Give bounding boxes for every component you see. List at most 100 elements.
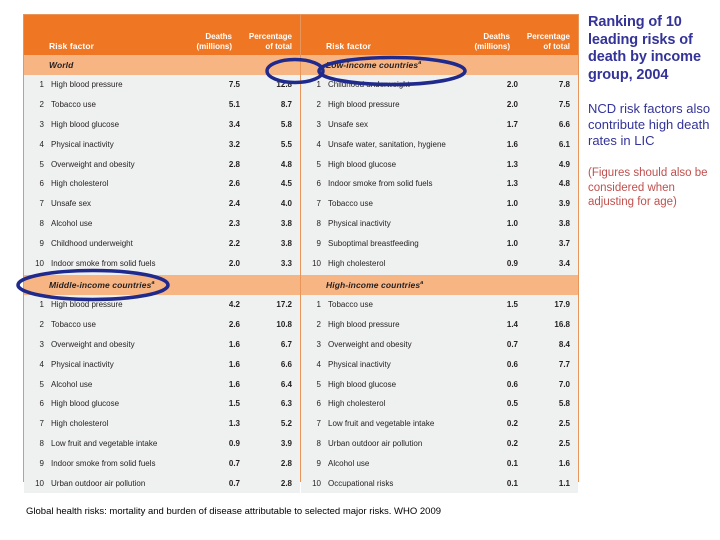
cell-rank: 6 [316,399,321,409]
cell-deaths-millions: 2.4 [228,199,240,209]
cell-deaths-millions: 1.7 [506,119,518,129]
section-header-middle-income: Middle-income countriesa [24,274,300,295]
cell-percentage-of-total: 1.1 [558,478,570,488]
header-percentage-line2: of total [265,41,292,51]
table-row: 4 Physical inactivity 0.6 7.7 [301,354,578,375]
cell-rank: 3 [39,119,44,129]
cell-percentage-of-total: 5.2 [280,419,292,429]
cell-percentage-of-total: 12.8 [276,80,292,90]
table-row: 3 Unsafe sex 1.7 6.6 [301,114,578,135]
cell-percentage-of-total: 4.0 [280,199,292,209]
cell-percentage-of-total: 16.8 [554,320,570,330]
cell-percentage-of-total: 17.9 [554,300,570,310]
cell-percentage-of-total: 5.8 [280,119,292,129]
table-row: 5 High blood glucose 0.6 7.0 [301,374,578,394]
cell-risk-factor: High blood pressure [328,320,400,330]
cell-rank: 10 [35,258,44,268]
cell-deaths-millions: 2.0 [228,258,240,268]
cell-deaths-millions: 1.6 [228,339,240,349]
cell-risk-factor: Unsafe sex [51,199,92,209]
table-row: 6 High blood glucose 1.5 6.3 [24,393,300,414]
section-title-world: World [49,60,74,70]
table-row: 2 Tobacco use 5.1 8.7 [24,94,300,115]
cell-rank: 4 [39,359,44,369]
cell-deaths-millions: 2.6 [228,179,240,189]
cell-risk-factor: Physical inactivity [328,218,391,228]
cell-rank: 8 [39,438,44,448]
table-row: 1 High blood pressure 4.2 17.2 [24,294,300,315]
cell-risk-factor: Occupational risks [328,478,394,488]
cell-deaths-millions: 0.2 [506,438,518,448]
cell-risk-factor: Indoor smoke from solid fuels [328,179,433,189]
section-title-high-income: High-income countriesa [326,279,424,290]
cell-deaths-millions: 1.4 [506,320,518,330]
cell-risk-factor: High cholesterol [51,419,109,429]
table-row: 8 Urban outdoor air pollution 0.2 2.5 [301,433,578,454]
cell-rank: 4 [316,139,321,149]
cell-rank: 7 [39,419,44,429]
cell-rank: 8 [316,218,321,228]
header-deaths-2-line1: Deaths [483,32,510,41]
table-row: 6 Indoor smoke from solid fuels 1.3 4.8 [301,173,578,194]
cell-rank: 2 [39,100,44,110]
cell-rank: 8 [316,438,321,448]
header-risk-factor-2: Risk factor [326,41,372,51]
cell-percentage-of-total: 1.6 [558,458,570,468]
cell-risk-factor: Low fruit and vegetable intake [328,419,435,429]
cell-rank: 2 [39,320,44,330]
cell-deaths-millions: 4.2 [228,300,240,310]
cell-rank: 5 [316,379,321,389]
cell-risk-factor: Childhood underweight [328,80,410,90]
cell-risk-factor: Alcohol use [328,458,370,468]
table-row: 9 Indoor smoke from solid fuels 0.7 2.8 [24,453,300,474]
cell-rank: 3 [316,339,321,349]
cell-rank: 9 [316,458,321,468]
cell-risk-factor: Physical inactivity [51,359,114,369]
table-row: 2 High blood pressure 2.0 7.5 [301,94,578,115]
side-panel-body: NCD risk factors also contribute high de… [588,101,711,148]
header-deaths-line2: (millions) [196,41,232,51]
cell-risk-factor: Alcohol use [51,379,93,389]
cell-deaths-millions: 1.6 [228,379,240,389]
cell-percentage-of-total: 6.4 [280,379,292,389]
table-row: 5 High blood glucose 1.3 4.9 [301,154,578,174]
cell-deaths-millions: 2.0 [506,80,518,90]
cell-risk-factor: Urban outdoor air pollution [51,478,146,488]
table-row: 3 Overweight and obesity 0.7 8.4 [301,334,578,355]
cell-percentage-of-total: 6.6 [280,359,292,369]
table-row: 5 Overweight and obesity 2.8 4.8 [24,154,300,174]
header-percentage: Percentage of total [236,32,300,51]
cell-risk-factor: High cholesterol [328,399,386,409]
section-header-high-income: High-income countriesa [301,274,578,295]
cell-risk-factor: High cholesterol [51,179,109,189]
cell-rank: 5 [39,159,44,169]
cell-percentage-of-total: 2.5 [558,438,570,448]
cell-rank: 1 [39,300,44,310]
cell-risk-factor: High blood pressure [51,300,123,310]
cell-rank: 1 [316,300,321,310]
cell-risk-factor: Unsafe water, sanitation, hygiene [328,139,446,149]
table-row: 4 Physical inactivity 3.2 5.5 [24,134,300,155]
cell-risk-factor: High cholesterol [328,258,386,268]
cell-rank: 6 [39,179,44,189]
section-title-low-income: Low-income countriesa [326,60,422,70]
table-row: 10 Indoor smoke from solid fuels 2.0 3.3 [24,253,300,273]
cell-deaths-millions: 1.0 [506,199,518,209]
cell-rank: 6 [39,399,44,409]
cell-risk-factor: Indoor smoke from solid fuels [51,258,156,268]
section-superscript-middle-income: a [151,280,155,287]
cell-percentage-of-total: 7.7 [558,359,570,369]
cell-deaths-millions: 1.3 [506,179,518,189]
table-row: 1 Tobacco use 1.5 17.9 [301,294,578,315]
table-body-left: World 1 High blood pressure 7.5 12.8 2 Tobacco… [24,55,300,493]
cell-risk-factor: High blood pressure [328,100,400,110]
cell-rank: 3 [39,339,44,349]
cell-rank: 1 [39,80,44,90]
section-superscript-low-income: a [418,60,422,67]
cell-deaths-millions: 0.1 [506,478,518,488]
cell-risk-factor: High blood glucose [51,399,120,409]
section-header-low-income: Low-income countriesa [301,55,578,75]
cell-percentage-of-total: 7.8 [558,80,570,90]
cell-deaths-millions: 1.6 [228,359,240,369]
cell-percentage-of-total: 8.4 [558,339,570,349]
